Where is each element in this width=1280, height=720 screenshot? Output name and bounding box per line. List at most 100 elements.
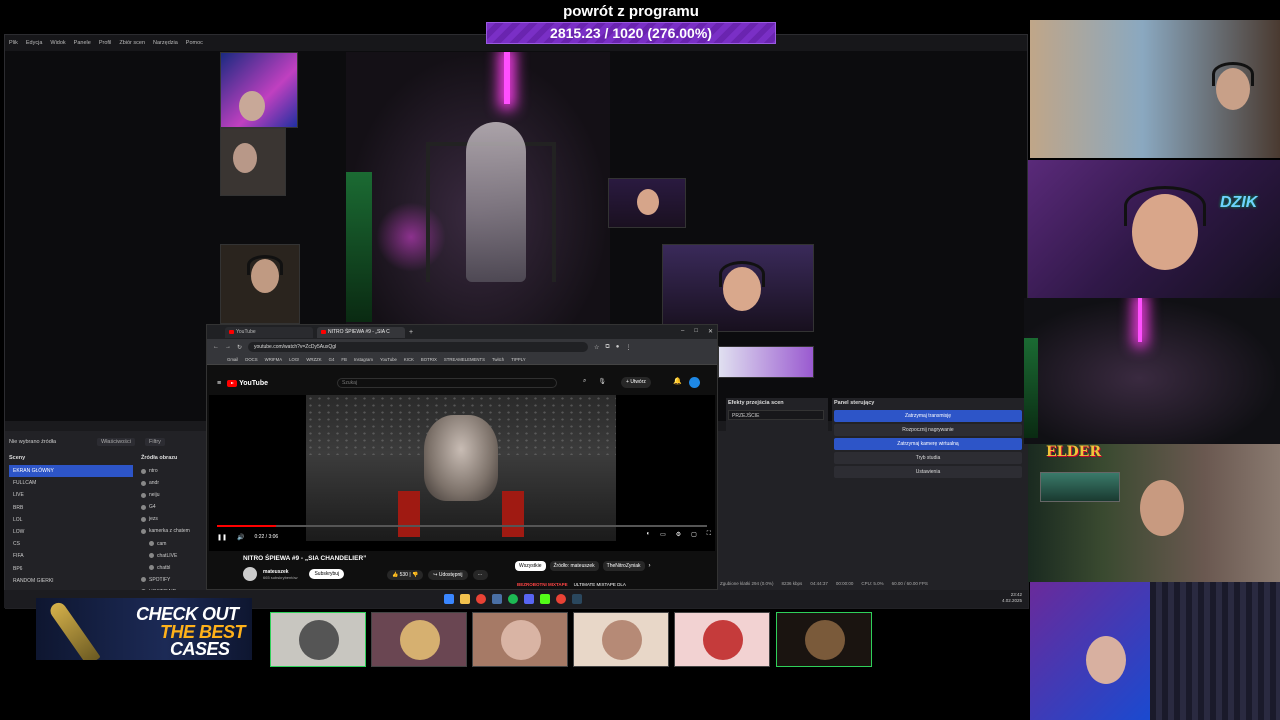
bookmark[interactable]: STREAMELEMENTS — [444, 357, 485, 362]
source-item[interactable]: jezs — [141, 513, 211, 525]
bookmark[interactable]: LOG! — [289, 357, 299, 362]
filters-button[interactable]: Filtry — [145, 438, 165, 446]
profile-icon[interactable]: ● — [616, 344, 620, 350]
pause-icon[interactable]: ❚❚ — [217, 534, 227, 541]
menu-profile[interactable]: Profil — [99, 40, 112, 46]
volume-icon[interactable]: 🔊 — [237, 534, 244, 541]
folder-icon[interactable] — [460, 594, 470, 604]
autoplay-toggle-icon[interactable]: ◐ — [646, 531, 650, 538]
source-item[interactable]: chatLIVE — [141, 550, 211, 562]
eye-icon[interactable] — [149, 565, 154, 571]
bookmark[interactable]: G4 — [329, 357, 335, 362]
start-recording-button[interactable]: Rozpocznij nagrywanie — [834, 424, 1022, 436]
back-icon[interactable]: ← — [213, 344, 219, 350]
bookmark[interactable]: BOTRIX — [421, 357, 437, 362]
chip-channel[interactable]: TheNitroZyniak — [602, 561, 645, 571]
bookmark[interactable]: FB — [341, 357, 347, 362]
minimize-icon[interactable]: – — [681, 328, 684, 335]
scene-item[interactable]: LOW — [9, 526, 133, 538]
chip-all[interactable]: Wszystkie — [515, 561, 546, 571]
bookmark[interactable]: TIPPLY — [511, 357, 526, 362]
theater-icon[interactable]: ▢ — [691, 531, 697, 538]
bookmark[interactable]: WRIFMA — [265, 357, 282, 362]
scene-item[interactable]: BRB — [9, 502, 133, 514]
scene-item[interactable]: FULLCAM — [9, 477, 133, 489]
video-progress-bar[interactable] — [217, 525, 707, 527]
eye-icon[interactable] — [141, 577, 146, 583]
properties-button[interactable]: Właściwości — [97, 438, 135, 446]
tab-youtube[interactable]: YouTube — [225, 326, 313, 338]
bookmark[interactable]: WRZZK — [306, 357, 321, 362]
star-icon[interactable]: ☆ — [594, 344, 599, 351]
bookmark[interactable]: KICK — [404, 357, 414, 362]
recommendation-item[interactable]: BEZROBOTNI MIXTAPE ULTIMATE MIXTAPE DLA — [517, 582, 626, 587]
source-item[interactable]: neiju — [141, 489, 211, 501]
menu-view[interactable]: Widok — [50, 40, 65, 46]
eye-icon[interactable] — [141, 504, 146, 510]
search-icon[interactable]: ⌕ — [583, 378, 586, 385]
source-item[interactable]: G4 — [141, 501, 211, 513]
bookmark[interactable]: YouTube — [380, 357, 397, 362]
scene-item[interactable]: CS — [9, 538, 133, 550]
source-item[interactable]: ntro — [141, 465, 211, 477]
forward-icon[interactable]: → — [225, 344, 231, 350]
subscribe-button[interactable]: Subskrybuj — [309, 569, 345, 579]
scene-item[interactable]: RANDOM GIERKI — [9, 575, 133, 587]
menu-edit[interactable]: Edycja — [26, 40, 43, 46]
transition-select[interactable]: PRZEJŚCIE — [728, 410, 824, 420]
menu-file[interactable]: Plik — [9, 40, 18, 46]
create-button[interactable]: + Utwórz — [621, 377, 651, 388]
scene-item[interactable]: LOL — [9, 514, 133, 526]
hamburger-icon[interactable]: ≡ — [217, 380, 221, 387]
menu-docks[interactable]: Panele — [74, 40, 91, 46]
source-group[interactable]: kamerka z chatem — [141, 525, 211, 537]
channel-avatar[interactable] — [243, 567, 257, 581]
eye-icon[interactable] — [141, 492, 146, 498]
source-item[interactable]: andr — [141, 477, 211, 489]
stop-stream-button[interactable]: Zatrzymaj transmisję — [834, 410, 1022, 422]
steam-icon[interactable] — [492, 594, 502, 604]
mic-icon[interactable]: 🎙 — [598, 378, 606, 385]
extensions-icon[interactable]: ⧉ — [605, 344, 609, 351]
kick-icon[interactable] — [540, 594, 550, 604]
source-item[interactable]: cam — [141, 538, 211, 550]
scene-item[interactable]: BP6 — [9, 563, 133, 575]
subtitles-icon[interactable]: ▭ — [660, 531, 666, 538]
source-item[interactable]: SPOTIFY — [141, 574, 211, 586]
spotify-icon[interactable] — [508, 594, 518, 604]
fullscreen-icon[interactable]: ⛶ — [707, 531, 711, 538]
maximize-icon[interactable]: □ — [694, 328, 698, 335]
new-tab-icon[interactable]: + — [409, 329, 413, 336]
scene-item[interactable]: FIFA — [9, 550, 133, 562]
menu-icon[interactable]: ⋮ — [625, 344, 631, 351]
reload-icon[interactable]: ↻ — [237, 344, 242, 351]
url-field[interactable]: youtube.com/watch?v=ZcDy5AuxQgI — [248, 342, 589, 352]
eye-icon[interactable] — [149, 553, 154, 559]
scene-item[interactable]: EKRAN GŁÓWNY — [9, 465, 133, 478]
steam-icon[interactable] — [572, 594, 582, 604]
menu-help[interactable]: Pomoc — [186, 40, 203, 46]
source-item[interactable]: chatbl — [141, 562, 211, 574]
chip-source[interactable]: Źródło: mateuszek — [549, 561, 599, 571]
more-button[interactable]: ··· — [472, 570, 488, 580]
settings-icon[interactable]: ⚙ — [676, 531, 681, 538]
chrome-icon[interactable] — [476, 594, 486, 604]
bookmark[interactable]: Gmail — [227, 357, 238, 362]
obs-icon[interactable] — [556, 594, 566, 604]
studio-mode-button[interactable]: Tryb studia — [834, 452, 1022, 464]
settings-button[interactable]: Ustawienia — [834, 466, 1022, 478]
bookmark[interactable]: DOCS — [245, 357, 257, 362]
video-player[interactable]: ❚❚ 🔊 0:22 / 3:06 ◐ ▭ ⚙ ▢ ⛶ — [209, 395, 715, 551]
chevron-right-icon[interactable]: › — [649, 563, 651, 569]
like-button[interactable]: 👍 530 | 👎 — [387, 570, 424, 580]
close-icon[interactable]: ✕ — [708, 328, 713, 335]
bookmark[interactable]: Instagram — [354, 357, 373, 362]
tab-video[interactable]: NITRO ŚPIEWA #9 - „SIA C — [317, 326, 405, 338]
eye-icon[interactable] — [141, 516, 146, 522]
start-icon[interactable] — [444, 594, 454, 604]
avatar[interactable] — [689, 377, 700, 388]
stop-virtual-camera-button[interactable]: Zatrzymaj kamerę wirtualną — [834, 438, 1022, 450]
bell-icon[interactable]: 🔔 — [673, 377, 682, 385]
eye-icon[interactable] — [141, 468, 146, 474]
scene-item[interactable]: LIVE — [9, 489, 133, 501]
